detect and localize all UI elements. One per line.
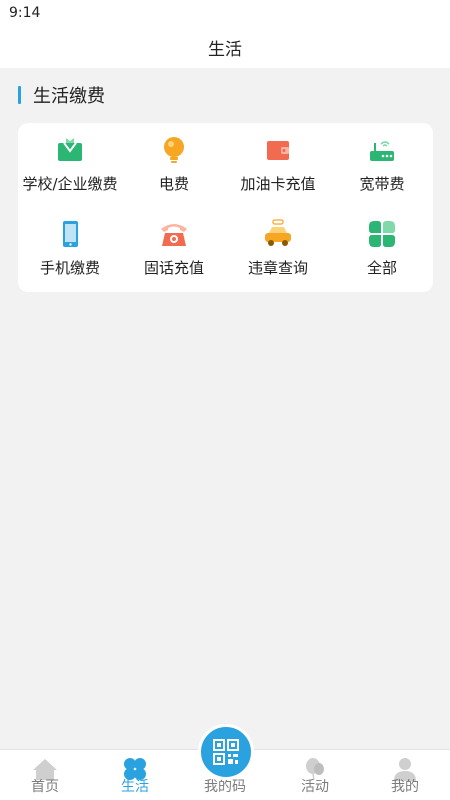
lightbulb-icon (159, 135, 189, 165)
mobile-phone-icon (55, 219, 85, 249)
service-school-payment[interactable]: 学校/企业缴费 (18, 123, 122, 203)
service-label: 违章查询 (247, 259, 308, 277)
qr-code-button[interactable] (198, 724, 254, 780)
service-landline[interactable]: 固话充值 (122, 207, 226, 287)
service-label: 固话充值 (143, 259, 204, 277)
telephone-icon (159, 219, 189, 249)
service-mobile-recharge[interactable]: 手机缴费 (18, 207, 122, 287)
qr-code-icon (213, 739, 239, 765)
services-card: 学校/企业缴费 电费 加油卡充值 宽带费 手机缴费 固话充值 违章查询 全部 (18, 123, 433, 292)
service-all[interactable]: 全部 (330, 207, 434, 287)
tab-label: 我的 (391, 779, 419, 795)
school-payment-icon (55, 135, 85, 165)
service-label: 宽带费 (359, 175, 405, 193)
service-label: 加油卡充值 (240, 175, 316, 193)
car-icon (263, 219, 293, 249)
section-title: 生活缴费 (33, 86, 105, 107)
section-accent-bar (18, 86, 21, 104)
wallet-icon (263, 135, 293, 165)
tab-activity[interactable]: 活动 (270, 750, 360, 800)
service-label: 学校/企业缴费 (22, 175, 118, 193)
service-fuel-card[interactable]: 加油卡充值 (226, 123, 330, 203)
router-icon (367, 135, 397, 165)
tab-label: 活动 (301, 779, 329, 795)
service-electricity[interactable]: 电费 (122, 123, 226, 203)
tab-home[interactable]: 首页 (0, 750, 90, 800)
tab-profile[interactable]: 我的 (360, 750, 450, 800)
tab-label: 生活 (121, 779, 149, 795)
tab-label: 首页 (31, 779, 59, 795)
page-title: 生活 (208, 39, 242, 60)
status-bar: 9:14 (0, 0, 450, 26)
tab-life[interactable]: 生活 (90, 750, 180, 800)
status-time: 9:14 (9, 5, 41, 21)
service-traffic-violation[interactable]: 违章查询 (226, 207, 330, 287)
section-header: 生活缴费 (18, 84, 105, 107)
title-bar: 生活 (0, 26, 450, 68)
service-label: 全部 (366, 259, 397, 277)
clover-icon (367, 219, 397, 249)
service-broadband[interactable]: 宽带费 (330, 123, 434, 203)
service-label: 电费 (158, 175, 189, 193)
service-label: 手机缴费 (39, 259, 100, 277)
